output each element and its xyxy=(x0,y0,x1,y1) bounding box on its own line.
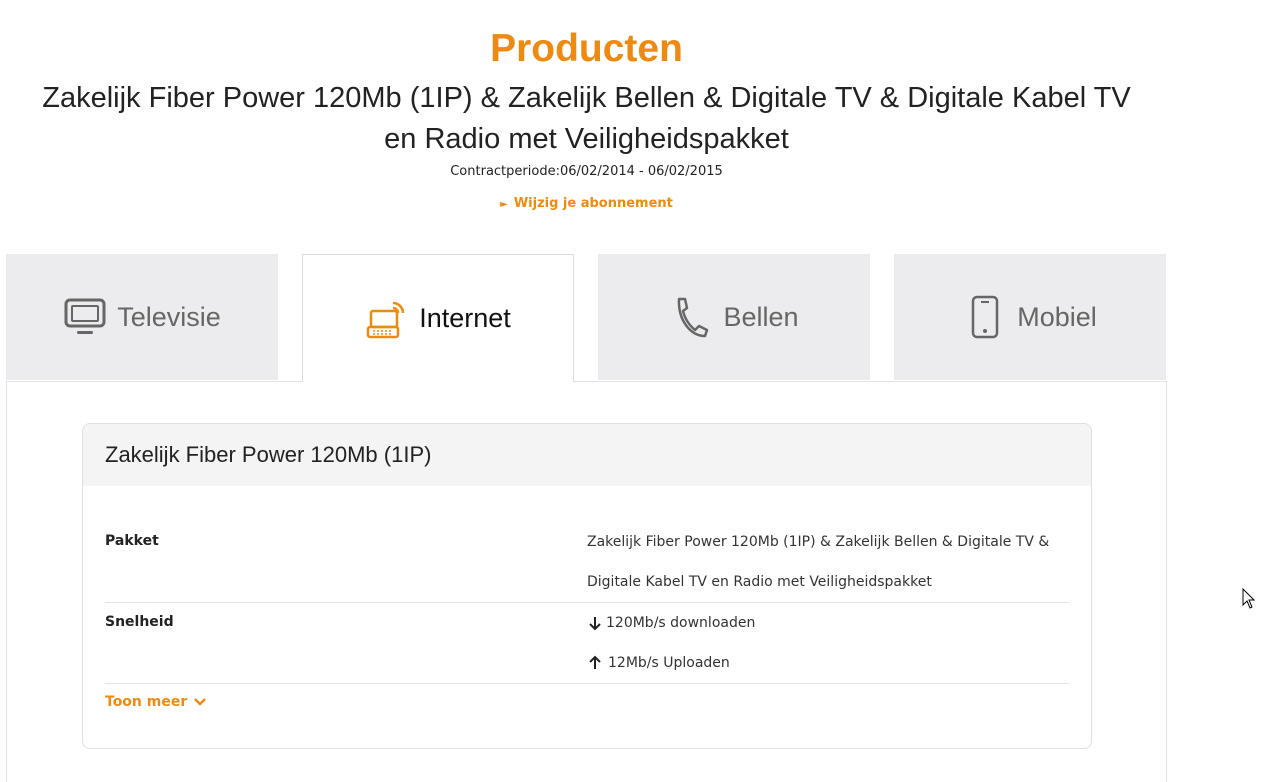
subscription-name: Zakelijk Fiber Power 120Mb (1IP) & Zakel… xyxy=(0,78,1173,160)
tab-televisie-label: Televisie xyxy=(117,301,221,332)
product-title: Zakelijk Fiber Power 120Mb (1IP) xyxy=(105,442,432,467)
contract-period-value: 06/02/2014 - 06/02/2015 xyxy=(559,164,723,179)
tab-bellen-label: Bellen xyxy=(723,301,799,332)
detail-value-pakket-line2: Digitale Kabel TV en Radio met Veilighei… xyxy=(587,574,932,590)
subscription-name-line2: en Radio met Veiligheidspakket xyxy=(384,123,789,155)
tab-televisie[interactable]: Televisie xyxy=(6,254,278,380)
upload-speed: 12Mb/s Uploaden xyxy=(587,643,1067,683)
mouse-cursor-icon xyxy=(1242,587,1256,614)
change-subscription: ► Wijzig je abonnement xyxy=(0,195,1173,214)
mobile-phone-icon xyxy=(963,295,1007,339)
download-speed-text: 120Mb/s downloaden xyxy=(606,615,756,631)
download-speed: 120Mb/s downloaden xyxy=(587,603,1067,643)
arrow-down-icon xyxy=(589,617,601,631)
detail-label-snelheid: Snelheid xyxy=(105,614,174,630)
tab-bellen[interactable]: Bellen xyxy=(598,254,870,380)
tv-icon xyxy=(63,295,107,339)
show-more-label: Toon meer xyxy=(105,694,188,710)
laptop-wifi-icon xyxy=(365,297,409,341)
show-more-link[interactable]: Toon meer xyxy=(105,694,207,710)
detail-value-snelheid: 120Mb/s downloaden 12Mb/s Uploaden xyxy=(587,603,1067,683)
tab-internet-label: Internet xyxy=(419,303,511,333)
contract-period-label: Contractperiode: xyxy=(450,164,560,179)
contract-period: Contractperiode:06/02/2014 - 06/02/2015 xyxy=(0,163,1173,181)
product-card: Zakelijk Fiber Power 120Mb (1IP) Pakket … xyxy=(82,423,1092,749)
detail-label-pakket: Pakket xyxy=(105,533,159,549)
phone-handset-icon xyxy=(669,295,713,339)
detail-row-snelheid: Snelheid 120Mb/s downloaden 12Mb/s Uploa… xyxy=(105,603,1069,684)
page-title: Producten xyxy=(490,27,683,70)
triangle-right-icon: ► xyxy=(500,199,508,210)
tab-internet[interactable]: Internet xyxy=(302,254,574,382)
change-subscription-link[interactable]: Wijzig je abonnement xyxy=(514,196,673,211)
subscription-name-line1: Zakelijk Fiber Power 120Mb (1IP) & Zakel… xyxy=(42,82,1131,114)
arrow-up-icon xyxy=(589,655,601,669)
detail-value-pakket-line1: Zakelijk Fiber Power 120Mb (1IP) & Zakel… xyxy=(587,534,1050,550)
detail-value-pakket: Zakelijk Fiber Power 120Mb (1IP) & Zakel… xyxy=(587,522,1067,602)
product-card-header: Zakelijk Fiber Power 120Mb (1IP) xyxy=(83,424,1091,486)
tab-mobiel[interactable]: Mobiel xyxy=(894,254,1166,380)
chevron-down-icon xyxy=(194,698,207,706)
upload-speed-text: 12Mb/s Uploaden xyxy=(608,655,730,671)
detail-row-pakket: Pakket Zakelijk Fiber Power 120Mb (1IP) … xyxy=(105,522,1069,603)
page: Producten Zakelijk Fiber Power 120Mb (1I… xyxy=(0,0,1261,782)
tab-mobiel-label: Mobiel xyxy=(1017,301,1097,332)
